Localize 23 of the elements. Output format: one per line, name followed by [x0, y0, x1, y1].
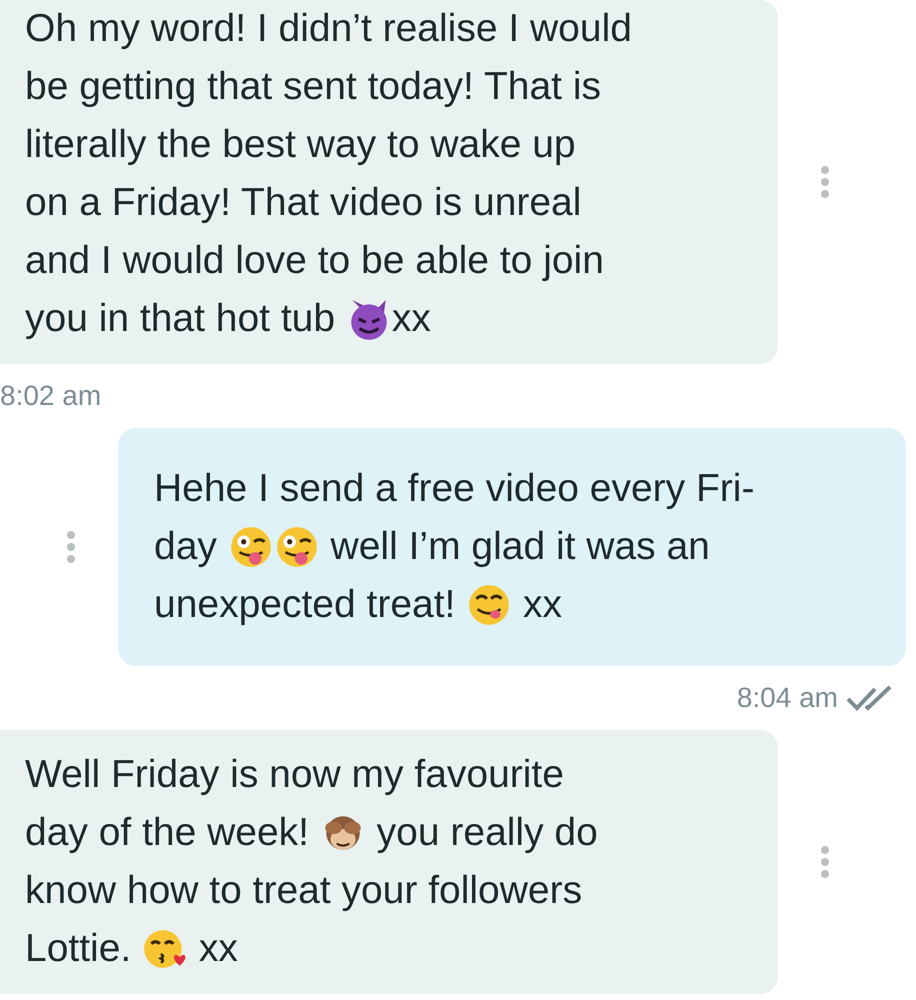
message-text: and I would love to be able to join — [25, 238, 604, 284]
message-text: Hehe I send a free video every Fri- — [154, 466, 754, 512]
message-text: well I’m glad it was an — [330, 524, 710, 570]
message-text: unexpected treat! — [154, 582, 456, 628]
message-text: xx — [522, 582, 562, 628]
message-text: day — [154, 524, 218, 570]
message-text: be getting that sent today! That is — [25, 64, 601, 110]
message-text: you really do — [376, 810, 598, 856]
message-text: day of the week! — [25, 810, 310, 856]
more-options-icon[interactable] — [820, 845, 830, 879]
message-text: on a Friday! That video is unreal — [25, 180, 582, 226]
message-text: xx — [392, 296, 431, 342]
message-time: 8:04 am — [736, 682, 838, 714]
message-text: Well Friday is now my favourite — [25, 752, 564, 798]
message-text: you in that hot tub — [25, 296, 336, 342]
message-time: 8:02 am — [0, 380, 102, 412]
more-options-icon[interactable] — [66, 530, 76, 564]
more-options-icon[interactable] — [820, 165, 830, 199]
message-text: xx — [198, 926, 238, 972]
message-text: Oh my word! I didn’t realise I would — [25, 6, 632, 52]
message-text: literally the best way to wake up — [25, 122, 576, 168]
message-text: Lottie. — [25, 926, 132, 972]
message-text: know how to treat your followers — [25, 868, 582, 914]
